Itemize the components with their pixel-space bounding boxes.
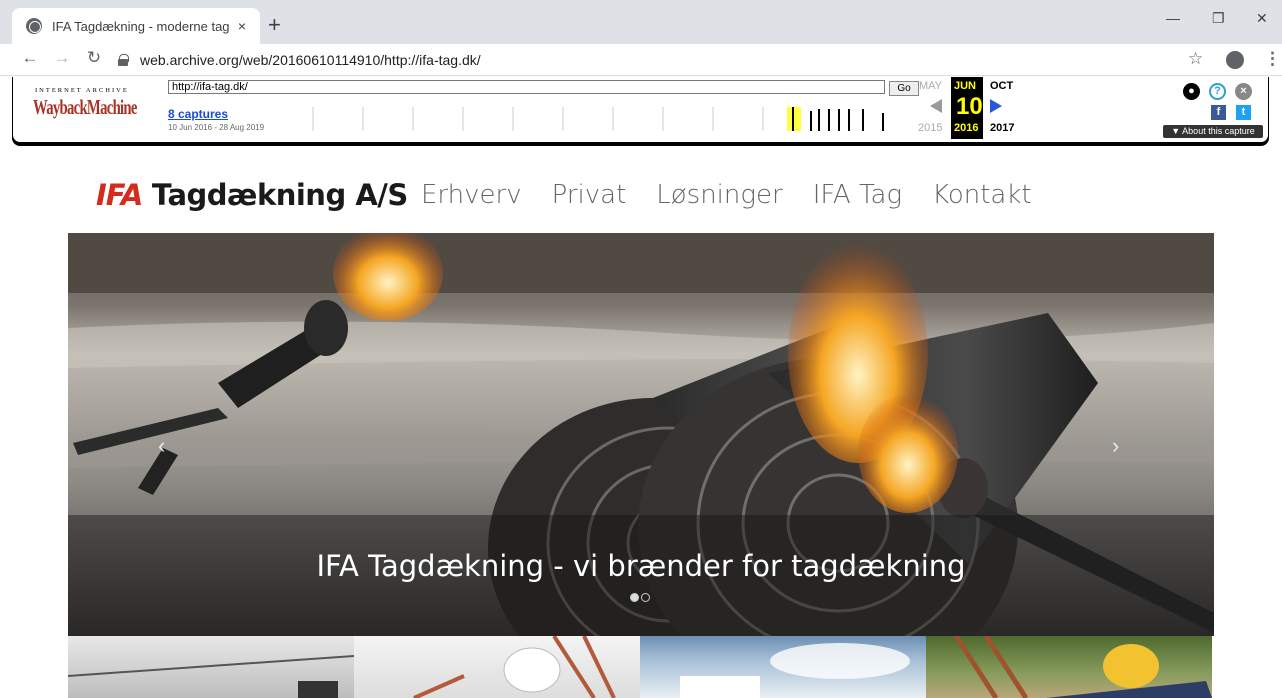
wayback-current-month: JUN — [954, 80, 977, 92]
browser-tab-bar: IFA Tagdækning - moderne tag × + — ❐ ✕ — [0, 0, 1282, 44]
reload-icon[interactable]: ↻ — [82, 48, 106, 68]
close-window-button[interactable]: ✕ — [1256, 10, 1268, 27]
site-logo-mark: IFA — [96, 178, 143, 212]
lock-icon — [118, 54, 129, 66]
nav-kontakt[interactable]: Kontakt — [932, 180, 1032, 210]
wayback-prev-month[interactable]: MAY — [919, 80, 942, 92]
wayback-date-range: 10 Jun 2016 - 28 Aug 2019 — [168, 123, 265, 132]
wayback-next-arrow-icon[interactable] — [990, 99, 1002, 113]
tile-ifa-tag-image[interactable] — [926, 636, 1212, 698]
wayback-url-input[interactable]: http://ifa-tag.dk/ — [168, 80, 885, 94]
about-capture-button[interactable]: ▼ About this capture — [1163, 125, 1263, 138]
wayback-logo-top: INTERNET ARCHIVE — [35, 87, 129, 94]
nav-erhverv[interactable]: Erhverv — [421, 180, 522, 210]
tile-losninger-image[interactable] — [640, 636, 926, 698]
tab-title: IFA Tagdækning - moderne tag — [52, 18, 230, 34]
wayback-prev-year[interactable]: 2015 — [918, 122, 942, 134]
tab-close-icon[interactable]: × — [234, 18, 250, 34]
forward-arrow-icon[interactable]: → — [50, 48, 74, 68]
hero-carousel: IFA Tagdækning - vi brænder for tagdækni… — [68, 233, 1214, 636]
hero-caption: IFA Tagdækning - vi brænder for tagdækni… — [316, 549, 966, 583]
carousel-indicators — [630, 593, 650, 602]
nav-losninger[interactable]: Løsninger — [656, 180, 782, 210]
site-nav: Erhverv Privat Løsninger IFA Tag Kontakt — [421, 180, 1032, 210]
wayback-prev-arrow-icon[interactable] — [930, 99, 942, 113]
wayback-next-month[interactable]: OCT — [990, 80, 1013, 92]
tile-erhverv-image[interactable] — [68, 636, 354, 698]
twitter-icon[interactable]: t — [1236, 105, 1251, 120]
wayback-current-day: 10 — [956, 93, 983, 120]
wayback-current-year: 2016 — [954, 122, 979, 134]
address-bar[interactable]: web.archive.org/web/20160610114910/http:… — [118, 47, 1208, 73]
wayback-go-button[interactable]: Go — [889, 81, 919, 96]
close-wayback-icon[interactable]: × — [1235, 83, 1252, 100]
bookmark-star-icon[interactable]: ☆ — [1188, 49, 1203, 69]
globe-icon — [26, 18, 42, 34]
browser-tab[interactable]: IFA Tagdækning - moderne tag × — [12, 8, 260, 44]
carousel-next-icon[interactable]: › — [1112, 433, 1119, 459]
carousel-prev-icon[interactable]: ‹ — [158, 433, 165, 459]
minimize-button[interactable]: — — [1166, 10, 1180, 26]
wayback-next-year[interactable]: 2017 — [990, 122, 1014, 134]
nav-ifa-tag[interactable]: IFA Tag — [813, 180, 902, 210]
browser-toolbar: ← → ↻ web.archive.org/web/20160610114910… — [0, 44, 1282, 76]
back-arrow-icon[interactable]: ← — [18, 48, 42, 68]
tile-privat-image[interactable] — [354, 636, 640, 698]
facebook-icon[interactable]: f — [1211, 105, 1226, 120]
nav-privat[interactable]: Privat — [552, 180, 627, 210]
wayback-sparkline[interactable] — [303, 105, 903, 133]
site-logo-text: Tagdækning A/S — [151, 178, 408, 212]
site-logo[interactable]: IFA Tagdækning A/S — [96, 178, 408, 212]
new-tab-button[interactable]: + — [268, 14, 281, 36]
carousel-dot-2[interactable] — [641, 593, 650, 602]
wayback-toolbar: INTERNET ARCHIVE WaybackMachine http://i… — [12, 77, 1269, 143]
carousel-dot-1[interactable] — [630, 593, 639, 602]
address-url[interactable]: web.archive.org/web/20160610114910/http:… — [140, 52, 481, 68]
help-icon[interactable]: ? — [1209, 83, 1226, 100]
menu-dots-icon[interactable]: ⋮ — [1264, 49, 1281, 69]
profile-avatar-icon[interactable] — [1226, 51, 1244, 69]
account-icon[interactable]: ● — [1183, 83, 1200, 100]
restore-button[interactable]: ❐ — [1212, 10, 1225, 27]
wayback-captures-link[interactable]: 8 captures — [168, 107, 228, 121]
wayback-logo[interactable]: WaybackMachine — [33, 95, 137, 120]
